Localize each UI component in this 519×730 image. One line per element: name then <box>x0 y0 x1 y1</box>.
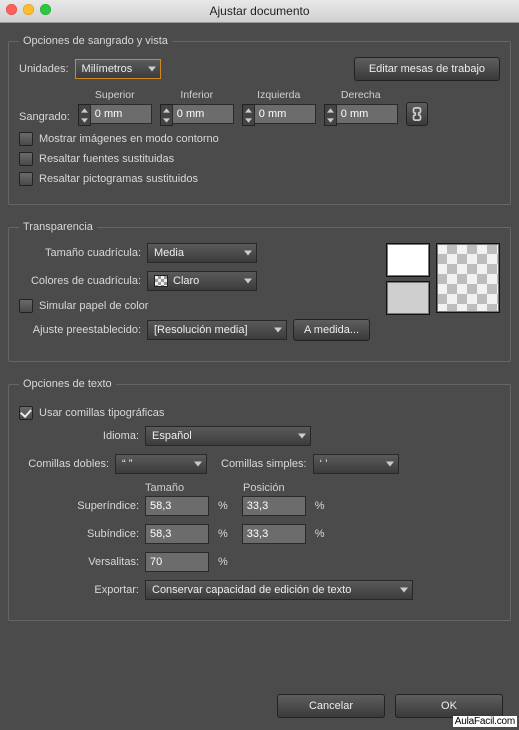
group-text-options: Opciones de texto Usar comillas tipográf… <box>8 378 511 621</box>
bleed-label: Sangrado: <box>19 111 70 123</box>
chevron-down-icon <box>274 328 282 333</box>
bleed-bottom-header: Inferior <box>160 89 234 101</box>
chk-typographers-quotes[interactable]: Usar comillas tipográficas <box>19 406 500 420</box>
checker-swatch-icon <box>154 275 168 287</box>
link-bleed-button[interactable] <box>406 102 428 126</box>
chk-simulate-paper[interactable]: Simular papel de color <box>19 299 372 313</box>
checkbox-icon <box>19 132 33 146</box>
swatch-gray[interactable] <box>386 281 430 315</box>
chevron-down-icon <box>244 251 252 256</box>
language-label: Idioma: <box>19 430 139 442</box>
units-select[interactable]: Milímetros <box>75 59 161 79</box>
watermark: AulaFacil.com <box>453 716 517 727</box>
smallcaps-label: Versalitas: <box>19 556 139 568</box>
checkbox-icon <box>19 152 33 166</box>
checkbox-checked-icon <box>19 406 33 420</box>
window-title: Ajustar documento <box>209 4 309 18</box>
window-controls[interactable] <box>6 4 51 15</box>
smallcaps-input[interactable] <box>145 552 209 572</box>
chevron-down-icon <box>148 67 156 72</box>
zoom-icon[interactable] <box>40 4 51 15</box>
export-select[interactable]: Conservar capacidad de edición de texto <box>145 580 413 600</box>
ok-button[interactable]: OK <box>395 694 503 718</box>
bleed-right-input[interactable] <box>336 104 398 124</box>
units-label: Unidades: <box>19 63 69 75</box>
transparency-preview <box>386 243 500 349</box>
custom-preset-button[interactable]: A medida... <box>293 319 370 341</box>
subscript-size-input[interactable] <box>145 524 209 544</box>
percent-label: % <box>315 528 325 540</box>
preset-select[interactable]: [Resolución media] <box>147 320 287 340</box>
bleed-right-header: Derecha <box>324 89 398 101</box>
percent-label: % <box>218 528 228 540</box>
chevron-down-icon <box>244 279 252 284</box>
group-transparency: Transparencia Tamaño cuadrícula: Media C… <box>8 221 511 362</box>
checker-preview <box>436 243 500 313</box>
link-icon <box>412 107 422 121</box>
bleed-left-input[interactable] <box>254 104 316 124</box>
chk-substituted-glyphs[interactable]: Resaltar pictogramas sustituidos <box>19 172 500 186</box>
group-bleed-view: Opciones de sangrado y vista Unidades: M… <box>8 35 511 205</box>
superscript-pos-input[interactable] <box>242 496 306 516</box>
size-header: Tamaño <box>145 482 213 494</box>
single-quotes-select[interactable]: ‘ ’ <box>313 454 399 474</box>
cancel-button[interactable]: Cancelar <box>277 694 385 718</box>
checkbox-icon <box>19 172 33 186</box>
single-quotes-label: Comillas simples: <box>221 458 307 470</box>
bleed-top-header: Superior <box>78 89 152 101</box>
percent-label: % <box>218 556 228 568</box>
edit-artboards-button[interactable]: Editar mesas de trabajo <box>354 57 500 81</box>
position-header: Posición <box>243 482 311 494</box>
double-quotes-select[interactable]: “ ” <box>115 454 207 474</box>
minimize-icon[interactable] <box>23 4 34 15</box>
close-icon[interactable] <box>6 4 17 15</box>
units-value: Milímetros <box>82 63 133 75</box>
grid-size-select[interactable]: Media <box>147 243 257 263</box>
chevron-down-icon <box>386 462 394 467</box>
bleed-left-header: Izquierda <box>242 89 316 101</box>
chevron-down-icon <box>298 434 306 439</box>
titlebar: Ajustar documento <box>0 0 519 23</box>
subscript-label: Subíndice: <box>19 528 139 540</box>
percent-label: % <box>218 500 228 512</box>
chevron-down-icon <box>194 462 202 467</box>
group-transparency-legend: Transparencia <box>19 221 97 233</box>
checkbox-icon <box>19 299 33 313</box>
group-text-legend: Opciones de texto <box>19 378 116 390</box>
grid-size-label: Tamaño cuadrícula: <box>19 247 141 259</box>
grid-colors-select[interactable]: Claro <box>147 271 257 291</box>
bleed-top-input[interactable] <box>90 104 152 124</box>
subscript-pos-input[interactable] <box>242 524 306 544</box>
preset-label: Ajuste preestablecido: <box>19 324 141 336</box>
double-quotes-label: Comillas dobles: <box>19 458 109 470</box>
grid-colors-label: Colores de cuadrícula: <box>19 275 141 287</box>
chevron-down-icon <box>400 588 408 593</box>
swatch-white[interactable] <box>386 243 430 277</box>
language-select[interactable]: Español <box>145 426 311 446</box>
percent-label: % <box>315 500 325 512</box>
bleed-bottom-input[interactable] <box>172 104 234 124</box>
superscript-label: Superíndice: <box>19 500 139 512</box>
chk-substituted-fonts[interactable]: Resaltar fuentes sustituidas <box>19 152 500 166</box>
export-label: Exportar: <box>19 584 139 596</box>
group-bleed-legend: Opciones de sangrado y vista <box>19 35 172 47</box>
superscript-size-input[interactable] <box>145 496 209 516</box>
chk-outline-mode[interactable]: Mostrar imágenes en modo contorno <box>19 132 500 146</box>
